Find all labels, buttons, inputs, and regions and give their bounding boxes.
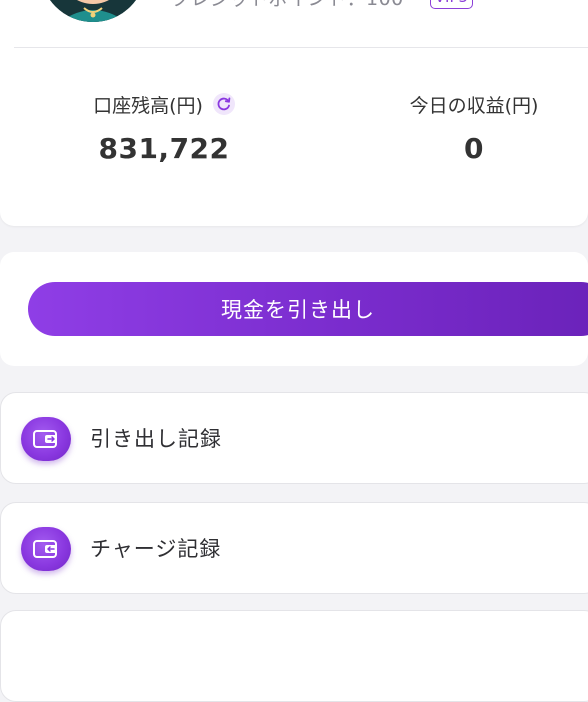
vip-badge: VIP5 — [429, 0, 474, 9]
credit-row: クレジットポイント：100 VIP5 — [171, 0, 474, 12]
divider — [14, 47, 588, 48]
profile-card: クレジットポイント：100 VIP5 口座残高(円) 831,722 今日の収益… — [0, 0, 588, 226]
account-balance-value: 831,722 — [98, 132, 230, 165]
withdraw-button[interactable]: 現金を引き出し — [28, 282, 588, 336]
withdraw-card: 現金を引き出し — [0, 252, 588, 366]
account-balance-label-row: 口座残高(円) — [93, 90, 235, 118]
today-earnings-label-row: 今日の収益(円) — [410, 90, 539, 118]
next-list-item[interactable] — [0, 610, 588, 702]
charge-records-label: チャージ記録 — [90, 537, 222, 561]
wallet-in-icon — [21, 527, 71, 571]
refresh-icon[interactable] — [212, 93, 235, 115]
wallet-out-icon — [21, 417, 71, 461]
withdraw-records-item[interactable]: 引き出し記録 — [0, 392, 588, 484]
avatar[interactable] — [40, 0, 146, 22]
account-balance-stat: 口座残高(円) 831,722 — [44, 90, 284, 165]
withdraw-records-label: 引き出し記録 — [90, 427, 222, 451]
today-earnings-value: 0 — [464, 132, 484, 165]
today-earnings-stat: 今日の収益(円) 0 — [354, 90, 588, 166]
account-balance-label: 口座残高(円) — [93, 94, 203, 117]
credit-points-text: クレジットポイント：100 — [171, 0, 404, 11]
charge-records-item[interactable]: チャージ記録 — [0, 502, 588, 594]
today-earnings-label: 今日の収益(円) — [409, 94, 539, 117]
